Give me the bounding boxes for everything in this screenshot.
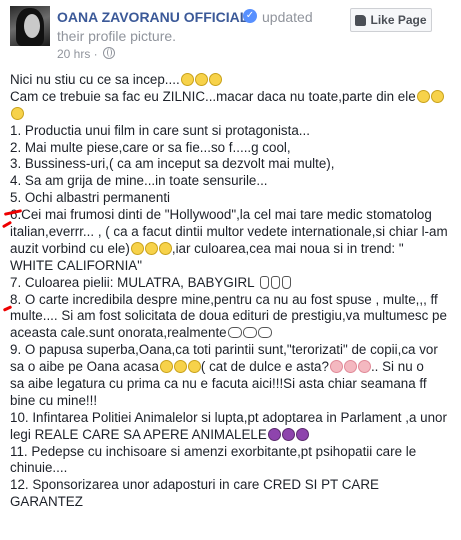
post-line: 3. Bussiness-uri,( ca am inceput sa dezv… — [10, 156, 335, 172]
thumbs-up-icon — [355, 14, 367, 26]
heart-icon — [357, 360, 371, 374]
post-text: ( cat de dulce e asta? — [200, 359, 329, 375]
page-name-link[interactable]: OANA ZAVORANU OFFICIAL — [57, 9, 248, 25]
post-line: 11. Pedepse cu inchisoare si amenzi exor… — [10, 443, 417, 459]
post-line: 7. Culoarea pielii: MULATRA, BABYGIRL — [10, 275, 455, 292]
post-text: Nici nu stiu cu ce sa incep.... — [10, 72, 180, 87]
post-line: sa aibe legatura cu prima ca nu e facuta… — [10, 376, 427, 392]
clapping-hands-icon — [242, 327, 257, 339]
devil-emoji-icon — [267, 427, 281, 441]
post-line: 8. O carte incredibila despre mine,pentr… — [10, 291, 438, 307]
post-line: 6.Cei mai frumosi dinti de "Hollywood",l… — [10, 207, 432, 223]
grin-emoji-icon — [144, 241, 158, 255]
heart-icon — [343, 360, 357, 374]
grin-emoji-icon — [430, 89, 444, 103]
post-text: legi REALE CARE SA APERE ANIMALELE — [10, 426, 267, 442]
post-body: Nici nu stiu cu ce sa incep.... Cam ce t… — [10, 72, 455, 511]
post-line: multe.... Si am fost solicitata de doua … — [10, 308, 447, 324]
post-timestamp[interactable]: 20 hrs · — [57, 47, 116, 61]
clapping-hands-icon — [227, 327, 242, 339]
post-line: bine cu mine!!! — [10, 392, 98, 408]
like-page-label: Like Page — [370, 13, 427, 27]
raised-hand-icon — [281, 275, 291, 289]
post-line: sa o aibe pe Oana acasa ( cat de dulce e … — [10, 359, 455, 376]
post-text: ,iar culoarea,cea mai noua si in trend: … — [171, 240, 404, 256]
post-line: 12. Sponsorizarea unor adaposturi in car… — [10, 477, 379, 493]
raised-hand-icon — [270, 275, 280, 289]
post-line: 5. Ochi albastri permanenti — [10, 190, 171, 206]
post-line: chinuie.... — [10, 460, 68, 476]
grin-emoji-icon — [159, 360, 173, 374]
smile-emoji-icon — [208, 73, 222, 86]
smile-emoji-icon — [180, 73, 194, 86]
post-header: OANA ZAVORANU OFFICIAL ✓ updated their p… — [0, 0, 461, 66]
post-text: .. Si nu o — [370, 359, 424, 375]
grin-emoji-icon — [158, 241, 172, 255]
post-text: aceasta cale.sunt onorata,realmente — [10, 325, 227, 341]
raised-hand-icon — [259, 275, 269, 289]
post-text: auzit vorbind cu ele) — [10, 240, 130, 256]
post-text: 7. Culoarea pielii: MULATRA, BABYGIRL — [10, 274, 255, 290]
clapping-hands-icon — [257, 327, 272, 339]
post-line: legi REALE CARE SA APERE ANIMALELE — [10, 427, 455, 444]
post-line: aceasta cale.sunt onorata,realmente — [10, 325, 455, 342]
post-line: GARANTEZ — [10, 494, 83, 510]
verified-badge-icon: ✓ — [243, 9, 257, 23]
post-action-subtitle: their profile picture. — [57, 28, 177, 44]
post-line: 1. Productia unui film in care sunt si p… — [10, 122, 310, 138]
smile-emoji-icon — [194, 73, 208, 86]
post-text: Cam ce trebuie sa fac eu ZILNIC...macar … — [10, 88, 416, 104]
profile-avatar[interactable] — [10, 6, 50, 46]
post-line: 9. O papusa superba,Oana,ca toti parinti… — [10, 342, 438, 358]
post-line: 2. Mai multe piese,care or sa fie...so f… — [10, 139, 291, 155]
post-line: Cam ce trebuie sa fac eu ZILNIC...macar … — [10, 89, 455, 106]
devil-emoji-icon — [281, 427, 295, 441]
devil-emoji-icon — [295, 427, 309, 441]
post-line — [10, 106, 455, 123]
post-line: Nici nu stiu cu ce sa incep.... — [10, 72, 455, 89]
post-text: sa o aibe pe Oana acasa — [10, 359, 159, 375]
post-line: 4. Sa am grija de mine...in toate sensur… — [10, 173, 268, 189]
grin-emoji-icon — [11, 106, 24, 120]
post-line: WHITE CALIFORNIA" — [10, 257, 142, 273]
avatar-face — [24, 14, 40, 38]
heart-icon — [329, 360, 343, 374]
post-line: 10. Infintarea Politiei Animalelor si lu… — [10, 409, 447, 425]
grin-emoji-icon — [187, 360, 201, 374]
post-action-text: updated — [262, 9, 313, 25]
grin-emoji-icon — [173, 360, 187, 374]
grin-emoji-icon — [416, 89, 430, 103]
post-line: auzit vorbind cu ele) ,iar culoarea,cea m… — [10, 241, 455, 258]
post-line: italian,everrr... , ( ca a facut dintii … — [10, 224, 448, 240]
globe-icon — [103, 47, 116, 59]
grin-emoji-icon — [130, 241, 144, 255]
timestamp-text: 20 hrs · — [57, 47, 102, 61]
like-page-button[interactable]: Like Page — [350, 8, 432, 32]
